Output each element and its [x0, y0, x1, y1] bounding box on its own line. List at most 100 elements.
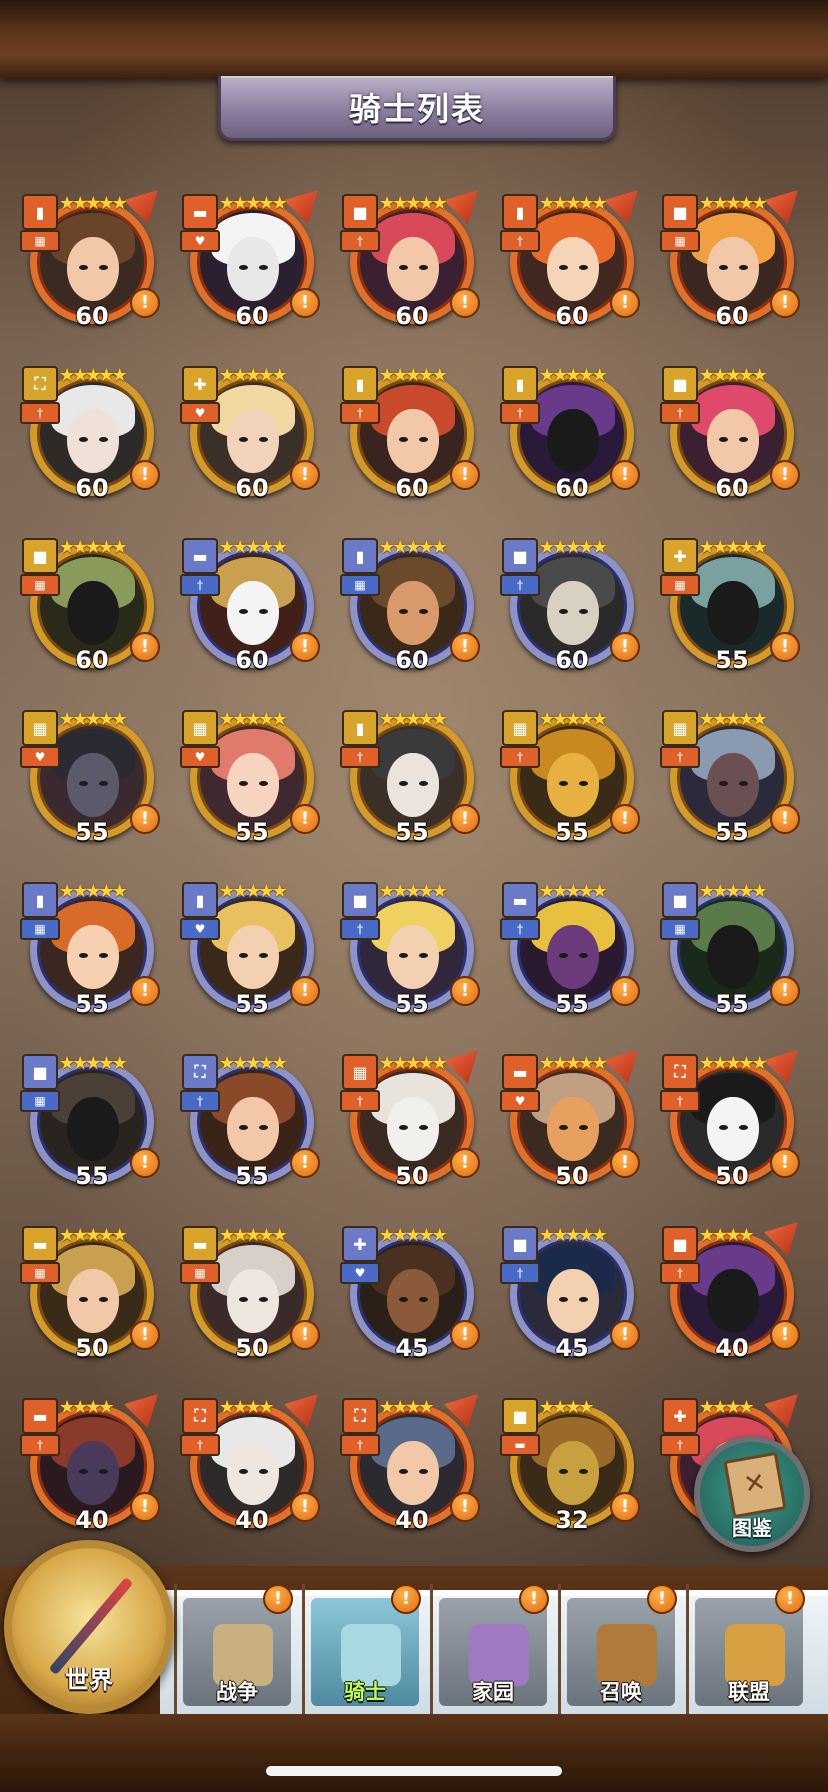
knight-card[interactable]: ★ ★ ★ ★ ★ ■ † 60!	[500, 534, 642, 684]
knight-face	[707, 753, 759, 817]
world-button[interactable]: 世界	[4, 1540, 174, 1714]
star-icon: ★	[111, 1053, 128, 1074]
alert-icon: !	[770, 804, 800, 834]
knight-card[interactable]: ★ ★ ★ ★ ★ ■ † 60!	[340, 190, 482, 340]
knight-card[interactable]: ★ ★ ★ ★ ★ ▬ ♥ 50!	[500, 1050, 642, 1200]
title-banner: 骑士列表	[218, 76, 616, 141]
knight-card[interactable]: ★ ★ ★ ★ ★ ▦ † 55!	[500, 706, 642, 856]
knight-level: 55	[235, 990, 269, 1018]
star-icon: ★	[751, 881, 768, 902]
knight-card[interactable]: ★ ★ ★ ★ ★ ■ ▦ 55!	[660, 878, 802, 1028]
knight-card[interactable]: ★ ★ ★ ★ ★ ▮ † 60!	[340, 362, 482, 512]
role-badge-icon: †	[180, 1090, 220, 1112]
alert-icon: !	[290, 288, 320, 318]
knight-eye	[239, 1125, 248, 1130]
knight-card[interactable]: ★ ★ ★ ★ ★ ⛶ † 55!	[180, 1050, 322, 1200]
alert-icon: !	[290, 632, 320, 662]
knight-card[interactable]: ★ ★ ★ ★ ⛶ † 40!	[180, 1394, 322, 1544]
class-badge-icon: ▦	[342, 1054, 378, 1090]
knight-eye	[239, 1297, 248, 1302]
knight-card[interactable]: ★ ★ ★ ★ ★ ■ † 55!	[340, 878, 482, 1028]
knight-card[interactable]: ★ ★ ★ ★ ★ ▦ † 50!	[340, 1050, 482, 1200]
role-badge-icon: ♥	[340, 1262, 380, 1284]
class-badge-icon: ■	[662, 194, 698, 230]
nav-item[interactable]: 联盟!	[686, 1584, 809, 1714]
star-icon: ★	[271, 881, 288, 902]
knight-face	[387, 925, 439, 989]
knight-card[interactable]: ★ ★ ★ ★ ★ ▮ † 60!	[500, 362, 642, 512]
knight-card[interactable]: ★ ★ ★ ★ ★ ▮ ▦ 60!	[20, 190, 162, 340]
role-badge-icon: †	[340, 230, 380, 252]
scroll-map-icon: ✕	[723, 1451, 787, 1519]
nav-item[interactable]: 骑士!	[302, 1584, 425, 1714]
knight-card[interactable]: ★ ★ ★ ★ ★ ▬ ▦ 50!	[180, 1222, 322, 1372]
knight-level: 60	[555, 474, 589, 502]
knight-face	[547, 581, 599, 645]
knight-eye	[559, 953, 568, 958]
knight-eye	[719, 781, 728, 786]
knight-card[interactable]: ★ ★ ★ ★ ★ ▦ ♥ 55!	[180, 706, 322, 856]
knight-card[interactable]: ★ ★ ★ ★ ★ ▦ ♥ 55!	[20, 706, 162, 856]
knight-card[interactable]: ★ ★ ★ ★ ★ ■ † 45!	[500, 1222, 642, 1372]
star-rating: ★ ★ ★ ★ ★	[59, 366, 128, 386]
class-badge-icon: ■	[342, 194, 378, 230]
knight-card[interactable]: ★ ★ ★ ★ ★ ■ † 60!	[660, 362, 802, 512]
knight-card[interactable]: ★ ★ ★ ★ ★ ▬ ▦ 50!	[20, 1222, 162, 1372]
knight-card[interactable]: ★ ★ ★ ★ ★ ▦ † 55!	[660, 706, 802, 856]
knight-card[interactable]: ★ ★ ★ ★ ★ ⛶ † 60!	[20, 362, 162, 512]
knight-card[interactable]: ★ ★ ★ ★ ■ ▬ 32!	[500, 1394, 642, 1544]
star-rating: ★ ★ ★ ★	[699, 1398, 755, 1418]
knight-face	[67, 1269, 119, 1333]
class-badge-icon: ▬	[22, 1398, 58, 1434]
class-badge-icon: ▮	[342, 538, 378, 574]
alert-icon: !	[290, 804, 320, 834]
role-badge-icon: ▦	[340, 574, 380, 596]
knight-card[interactable]: ★ ★ ★ ★ ★ ▬ † 60!	[180, 534, 322, 684]
alert-icon: !	[610, 632, 640, 662]
knight-card[interactable]: ★ ★ ★ ★ ★ ■ ▦ 55!	[20, 1050, 162, 1200]
knight-card[interactable]: ★ ★ ★ ★ ▬ † 40!	[20, 1394, 162, 1544]
knight-card[interactable]: ★ ★ ★ ★ ★ ■ ▦ 60!	[660, 190, 802, 340]
knight-card[interactable]: ★ ★ ★ ★ ⛶ † 40!	[340, 1394, 482, 1544]
nav-item[interactable]: 召唤!	[558, 1584, 681, 1714]
nav-item[interactable]: 战争!	[174, 1584, 297, 1714]
class-badge-icon: ✚	[182, 366, 218, 402]
nav-item[interactable]: 家园!	[430, 1584, 553, 1714]
knight-card[interactable]: ★ ★ ★ ★ ■ † 40!	[660, 1222, 802, 1372]
role-badge-icon: ▦	[20, 1090, 60, 1112]
knight-eye	[559, 609, 568, 614]
knight-level: 32	[555, 1506, 589, 1534]
knight-card[interactable]: ★ ★ ★ ★ ★ ✚ ▦ 55!	[660, 534, 802, 684]
knight-face	[227, 581, 279, 645]
knight-card[interactable]: ★ ★ ★ ★ ★ ▮ ▦ 55!	[20, 878, 162, 1028]
star-rating: ★ ★ ★ ★ ★	[219, 366, 288, 386]
home-indicator[interactable]	[266, 1766, 562, 1776]
knight-card[interactable]: ★ ★ ★ ★ ★ ▬ ♥ 60!	[180, 190, 322, 340]
knight-eye	[79, 781, 88, 786]
knight-card[interactable]: ★ ★ ★ ★ ★ ▮ † 60!	[500, 190, 642, 340]
role-badge-icon: ♥	[500, 1090, 540, 1112]
knight-card[interactable]: ★ ★ ★ ★ ★ ■ ▦ 60!	[20, 534, 162, 684]
star-rating: ★ ★ ★ ★ ★	[219, 881, 288, 902]
knight-card[interactable]: ★ ★ ★ ★ ★ ✚ ♥ 45!	[340, 1222, 482, 1372]
knight-level: 40	[395, 1506, 429, 1534]
atlas-button[interactable]: ✕ 图鉴	[694, 1436, 810, 1552]
knight-face	[67, 409, 119, 473]
class-badge-icon: ■	[502, 1226, 538, 1262]
star-icon: ★	[431, 365, 448, 386]
knight-card[interactable]: ★ ★ ★ ★ ★ ▮ ♥ 55!	[180, 878, 322, 1028]
nav-label: 家园	[472, 1680, 514, 1704]
knight-face	[547, 753, 599, 817]
knight-eye	[259, 1125, 268, 1130]
alert-icon: !	[290, 1320, 320, 1350]
knight-card[interactable]: ★ ★ ★ ★ ★ ▬ † 55!	[500, 878, 642, 1028]
atlas-label: 图鉴	[732, 1516, 772, 1540]
knight-eye	[739, 437, 748, 442]
knight-eye	[399, 1297, 408, 1302]
knight-eye	[99, 1125, 108, 1130]
knight-card[interactable]: ★ ★ ★ ★ ★ ▮ ▦ 60!	[340, 534, 482, 684]
knight-card[interactable]: ★ ★ ★ ★ ★ ▮ † 55!	[340, 706, 482, 856]
knight-level: 60	[235, 302, 269, 330]
knight-card[interactable]: ★ ★ ★ ★ ★ ⛶ † 50!	[660, 1050, 802, 1200]
knight-card[interactable]: ★ ★ ★ ★ ★ ✚ ♥ 60!	[180, 362, 322, 512]
